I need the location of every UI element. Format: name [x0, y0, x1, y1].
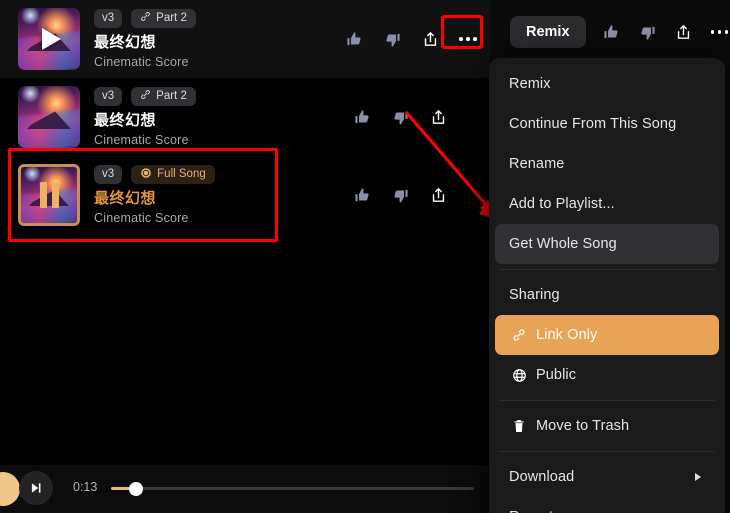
song-list-item[interactable]: v3 Part 2 最终幻想 Cinematic Score: [0, 0, 490, 78]
song-badges: v3 Full Song: [94, 165, 215, 184]
part-badge-label: Part 2: [156, 11, 187, 24]
song-list: v3 Part 2 最终幻想 Cinematic Score v3 Part 2…: [0, 0, 490, 465]
menu-item-download[interactable]: Download: [495, 457, 719, 497]
version-badge: v3: [94, 165, 123, 184]
song-thumbnail[interactable]: [18, 8, 80, 70]
menu-item-rename[interactable]: Rename: [495, 144, 719, 184]
menu-separator: [499, 451, 715, 452]
song-title: 最终幻想: [94, 112, 157, 129]
coin-icon: [140, 167, 152, 183]
song-list-item[interactable]: v3 Part 2 最终幻想 Cinematic Score: [0, 78, 490, 156]
song-subtitle: Cinematic Score: [94, 55, 189, 69]
link-icon: [140, 89, 151, 104]
player-progress-knob[interactable]: [129, 481, 143, 496]
song-thumbnail[interactable]: [18, 86, 80, 148]
pause-bars-icon: [39, 182, 59, 208]
song-row-actions: [344, 0, 490, 78]
full-song-badge: Full Song: [131, 165, 215, 184]
menu-item-continue-from-this-song[interactable]: Continue From This Song: [495, 104, 719, 144]
song-title: 最终幻想: [94, 190, 157, 207]
version-badge: v3: [94, 9, 123, 28]
menu-item-add-to-playlist[interactable]: Add to Playlist...: [495, 184, 719, 224]
more-button-highlight: [441, 15, 483, 49]
skip-next-button[interactable]: [19, 471, 53, 505]
share-icon[interactable]: [428, 107, 448, 127]
trash-icon: [509, 419, 529, 433]
player-current-time: 0:13: [73, 480, 98, 494]
part-badge-label: Part 2: [156, 89, 187, 102]
song-row-actions: [352, 156, 490, 234]
song-row-actions: [352, 78, 490, 156]
thumbs-up-icon[interactable]: [344, 29, 364, 49]
song-subtitle: Cinematic Score: [94, 211, 189, 225]
song-meta: v3 Part 2 最终幻想 Cinematic Score: [94, 9, 196, 69]
song-subtitle: Cinematic Score: [94, 133, 189, 147]
more-options-button[interactable]: [710, 22, 730, 42]
thumbs-up-icon[interactable]: [352, 107, 372, 127]
link-icon: [140, 11, 151, 26]
song-meta: v3 Part 2 最终幻想 Cinematic Score: [94, 87, 196, 147]
link-icon: [509, 328, 529, 342]
thumbs-down-icon[interactable]: [382, 29, 402, 49]
menu-item-get-whole-song[interactable]: Get Whole Song: [495, 224, 719, 264]
song-list-item[interactable]: v3 Full Song 最终幻想 Cinematic Score: [0, 156, 490, 234]
thumbs-down-icon[interactable]: [638, 22, 658, 42]
more-options-button[interactable]: [441, 15, 483, 49]
share-icon[interactable]: [420, 29, 440, 49]
song-thumbnail[interactable]: [18, 164, 80, 226]
song-badges: v3 Part 2: [94, 87, 196, 106]
thumbs-down-icon[interactable]: [390, 185, 410, 205]
menu-item-report[interactable]: Report: [495, 497, 719, 513]
menu-item-remix[interactable]: Remix: [495, 64, 719, 104]
more-dots-icon: [710, 30, 729, 34]
song-badges: v3 Part 2: [94, 9, 196, 28]
chevron-right-icon: [695, 473, 701, 481]
detail-panel-actions: Remix: [490, 16, 730, 48]
full-song-badge-label: Full Song: [157, 167, 206, 180]
thumbs-up-icon[interactable]: [352, 185, 372, 205]
player-bar: 0:13: [0, 465, 490, 513]
menu-item-public[interactable]: Public: [495, 355, 719, 395]
context-menu: Remix Continue From This Song Rename Add…: [489, 58, 725, 513]
part-badge: Part 2: [131, 9, 196, 28]
remix-button[interactable]: Remix: [510, 16, 586, 48]
share-icon[interactable]: [674, 22, 694, 42]
more-dots-icon: [459, 37, 477, 41]
menu-item-move-to-trash[interactable]: Move to Trash: [495, 406, 719, 446]
part-badge: Part 2: [131, 87, 196, 106]
song-title: 最终幻想: [94, 34, 157, 51]
menu-separator: [499, 400, 715, 401]
player-progress-track[interactable]: [111, 481, 474, 496]
menu-item-link-only[interactable]: Link Only: [495, 315, 719, 355]
now-playing-avatar: [0, 472, 20, 506]
app-root: v3 Part 2 最终幻想 Cinematic Score v3 Part 2…: [0, 0, 730, 513]
globe-icon: [509, 368, 529, 383]
pause-icon[interactable]: [21, 167, 77, 223]
version-badge: v3: [94, 87, 123, 106]
play-icon[interactable]: [18, 8, 80, 70]
play-triangle-icon: [41, 28, 61, 50]
menu-item-sharing: Sharing: [509, 287, 560, 303]
thumbs-down-icon[interactable]: [390, 107, 410, 127]
share-icon[interactable]: [428, 185, 448, 205]
menu-separator: [499, 269, 715, 270]
thumbs-up-icon[interactable]: [602, 22, 622, 42]
song-meta: v3 Full Song 最终幻想 Cinematic Score: [94, 165, 215, 225]
